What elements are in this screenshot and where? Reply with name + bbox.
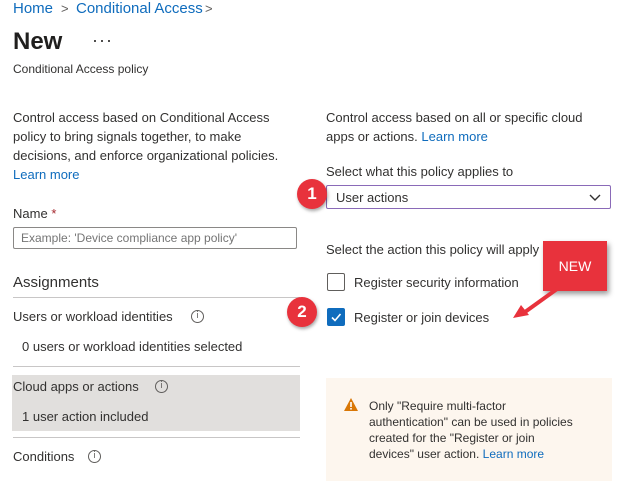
- info-icon[interactable]: i: [155, 380, 168, 393]
- register-security-info-checkbox[interactable]: [327, 273, 345, 291]
- select-applies-label: Select what this policy applies to: [326, 164, 514, 179]
- applies-to-dropdown[interactable]: User actions: [326, 185, 611, 209]
- more-options-button[interactable]: ···: [92, 30, 113, 51]
- register-join-devices-checkbox[interactable]: [327, 308, 345, 326]
- breadcrumb-separator: >: [205, 1, 213, 16]
- callout-arrow-icon: [513, 287, 559, 318]
- annotation-badge-1: 1: [297, 179, 327, 209]
- chevron-down-icon: [589, 194, 601, 201]
- name-label-text: Name: [13, 206, 48, 221]
- breadcrumb-conditional-access-link[interactable]: Conditional Access: [76, 0, 203, 17]
- page-title: New: [13, 28, 63, 55]
- assignments-heading: Assignments: [13, 274, 99, 291]
- register-join-devices-label: Register or join devices: [354, 310, 490, 325]
- required-indicator: *: [51, 206, 57, 221]
- warning-line-text: devices" user action.: [369, 447, 480, 461]
- register-security-info-label: Register security information: [354, 275, 519, 290]
- divider: [13, 366, 300, 367]
- dropdown-selected-value: User actions: [336, 190, 409, 205]
- annotation-badge-2: 2: [287, 297, 317, 327]
- cloud-apps-selection-link[interactable]: 1 user action included: [22, 409, 148, 424]
- breadcrumb-home-link[interactable]: Home: [13, 0, 53, 17]
- users-selection-link[interactable]: 0 users or workload identities selected: [22, 339, 242, 354]
- policy-name-input[interactable]: [13, 227, 297, 249]
- name-label: Name *: [13, 206, 56, 221]
- checkmark-icon: [331, 313, 342, 322]
- new-callout: NEW: [543, 241, 607, 291]
- info-icon[interactable]: i: [88, 450, 101, 463]
- warning-icon: [344, 398, 358, 411]
- warning-line: devices" user action. Learn more: [369, 446, 604, 462]
- action-select-label: Select the action this policy will apply: [326, 242, 540, 257]
- info-icon[interactable]: i: [191, 310, 204, 323]
- breadcrumb-separator: >: [61, 1, 69, 16]
- page-subtitle: Conditional Access policy: [13, 62, 149, 76]
- left-learn-more-link[interactable]: Learn more: [13, 165, 79, 184]
- right-intro-text-part: apps or actions.: [326, 129, 418, 144]
- warning-line: created for the "Register or join: [369, 431, 535, 445]
- right-intro-text-line2: apps or actions. Learn more: [326, 127, 488, 146]
- users-label: Users or workload identities: [13, 309, 173, 324]
- right-learn-more-link[interactable]: Learn more: [421, 129, 487, 144]
- divider: [13, 297, 300, 298]
- divider: [13, 437, 300, 438]
- left-intro-text: Control access based on Conditional Acce…: [13, 110, 279, 163]
- cloud-apps-label: Cloud apps or actions: [13, 379, 139, 394]
- right-intro-text: Control access based on all or specific …: [326, 110, 583, 125]
- conditions-label[interactable]: Conditions: [13, 449, 74, 464]
- warning-text: Only "Require multi-factor authenticatio…: [369, 398, 604, 462]
- warning-line: authentication" can be used in policies: [369, 415, 573, 429]
- warning-line: Only "Require multi-factor: [369, 399, 506, 413]
- warning-learn-more-link[interactable]: Learn more: [483, 447, 544, 461]
